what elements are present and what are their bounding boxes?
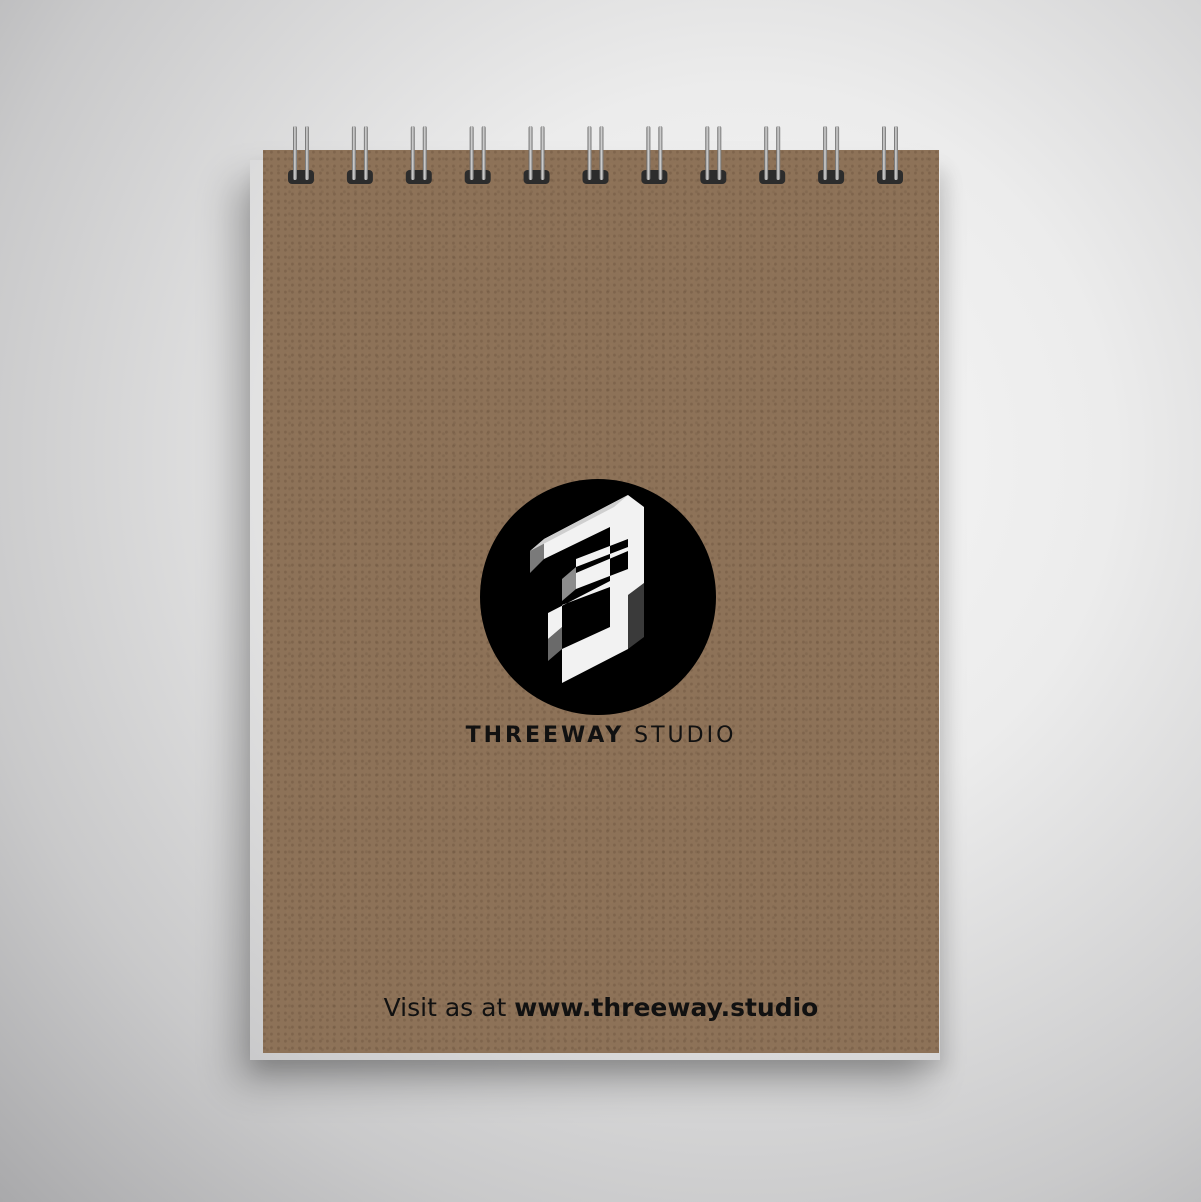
binding-ring (405, 126, 432, 184)
spiral-binding (288, 126, 903, 184)
notebook-mockup-scene: THREEWAY STUDIO Visit as at www.threeway… (0, 0, 1201, 1202)
brand-name: THREEWAY STUDIO (450, 719, 752, 753)
threeway-3-logo-icon (480, 479, 716, 715)
brand-name-bold: THREEWAY (465, 723, 625, 748)
binding-ring (759, 126, 786, 184)
binding-ring (288, 126, 314, 184)
binding-rings-group (288, 126, 903, 184)
website-line: Visit as at www.threeway.studio (330, 990, 872, 1026)
binding-ring (700, 126, 727, 184)
binding-ring (464, 126, 491, 184)
binding-ring (818, 126, 845, 184)
binding-ring (346, 126, 373, 184)
binding-ring (523, 126, 550, 184)
brand-name-light: STUDIO (634, 723, 737, 748)
binding-ring (641, 126, 668, 184)
binding-ring (877, 126, 903, 184)
website-prefix: Visit as at (383, 993, 515, 1022)
binding-ring (582, 126, 609, 184)
website-url: www.threeway.studio (514, 993, 819, 1022)
